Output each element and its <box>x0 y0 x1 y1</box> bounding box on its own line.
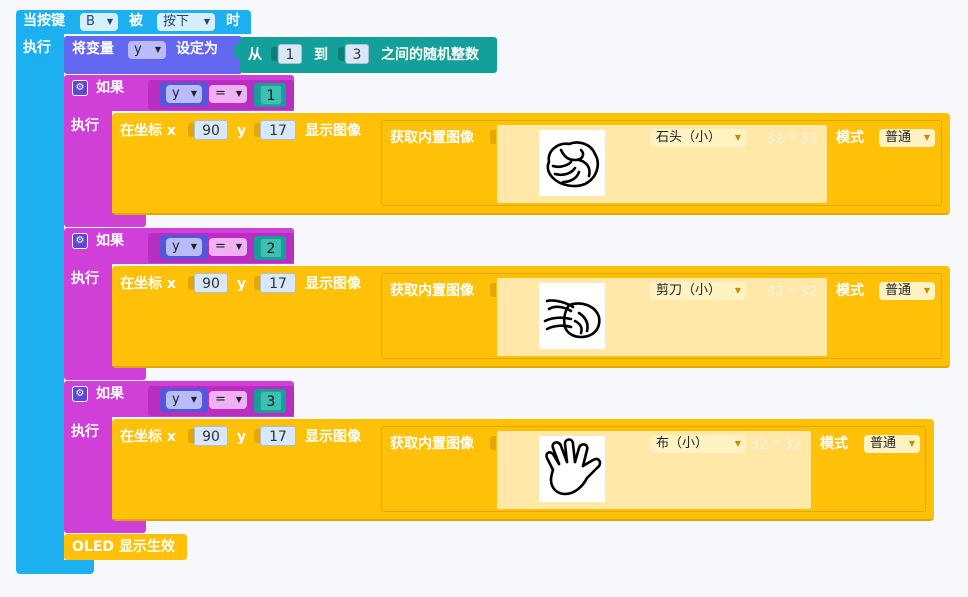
position-x-label: 在坐标 x <box>120 429 176 445</box>
open-hand-icon <box>539 436 605 502</box>
position-x-label: 在坐标 x <box>120 276 176 292</box>
get-builtin-image-label: 获取内置图像 <box>390 130 474 146</box>
oled-refresh-block[interactable]: OLED 显示生效 <box>64 534 187 560</box>
chevron-down-icon: ▼ <box>923 133 930 142</box>
y-input[interactable]: 17 <box>260 120 296 140</box>
variable-dropdown[interactable]: y ▼ <box>166 238 202 256</box>
image-name-dropdown[interactable]: 石头（小） ▼ <box>650 129 746 147</box>
chevron-down-icon: ▼ <box>734 133 741 142</box>
mode-label: 模式 <box>820 436 848 452</box>
event-exec-label: 执行 <box>23 40 51 56</box>
show-image-label: 显示图像 <box>305 429 361 445</box>
button-dropdown-value: B <box>86 14 95 29</box>
gear-icon[interactable]: ⚙ <box>72 386 88 402</box>
image-size-label: 32 * 32 <box>766 131 818 147</box>
show-image-label: 显示图像 <box>305 123 361 139</box>
chevron-down-icon: ▼ <box>190 242 197 251</box>
variable-dropdown[interactable]: y ▼ <box>166 391 202 409</box>
position-x-label: 在坐标 x <box>120 123 176 139</box>
x-input[interactable]: 90 <box>194 120 228 140</box>
x-input[interactable]: 90 <box>194 273 228 293</box>
operator-dropdown[interactable]: = ▼ <box>209 85 247 103</box>
random-from-input[interactable]: 1 <box>278 44 302 64</box>
gear-icon[interactable]: ⚙ <box>72 233 88 249</box>
y-input[interactable]: 17 <box>260 273 296 293</box>
get-builtin-image-label: 获取内置图像 <box>390 436 474 452</box>
operator-dropdown[interactable]: = ▼ <box>209 238 247 256</box>
chevron-down-icon: ▼ <box>190 89 197 98</box>
mode-label: 模式 <box>836 283 864 299</box>
random-to-input[interactable]: 3 <box>345 44 369 64</box>
set-to-label: 设定为 <box>176 41 218 57</box>
fist-icon <box>539 130 605 196</box>
image-name-value: 剪刀（小） <box>656 283 722 298</box>
chevron-down-icon: ▼ <box>235 242 242 251</box>
scissors-hand-icon <box>539 283 605 349</box>
operator-dropdown-value: = <box>215 239 226 254</box>
image-size-label: 32 * 32 <box>750 437 802 453</box>
event-suffix-label: 时 <box>226 13 240 29</box>
image-name-dropdown[interactable]: 布（小） ▼ <box>650 435 746 453</box>
mode-value: 普通 <box>885 283 912 298</box>
get-builtin-image-label: 获取内置图像 <box>390 283 474 299</box>
variable-dropdown-value: y <box>172 86 180 101</box>
if-exec-label: 执行 <box>71 118 99 134</box>
chevron-down-icon: ▼ <box>235 89 242 98</box>
random-to-label: 到 <box>314 47 328 63</box>
show-image-label: 显示图像 <box>305 276 361 292</box>
variable-dropdown-value: y <box>172 392 180 407</box>
event-mid-label: 被 <box>129 13 143 29</box>
event-prefix-label: 当按键 <box>23 13 65 29</box>
variable-dropdown[interactable]: y ▼ <box>166 85 202 103</box>
random-from-label: 从 <box>248 47 262 63</box>
if-label: 如果 <box>96 386 124 402</box>
mode-label: 模式 <box>836 130 864 146</box>
chevron-down-icon: ▼ <box>734 286 741 295</box>
position-y-label: y <box>237 276 247 292</box>
chevron-down-icon: ▼ <box>908 439 915 448</box>
chevron-down-icon: ▼ <box>154 45 161 54</box>
mode-value: 普通 <box>885 130 912 145</box>
operator-dropdown-value: = <box>215 392 226 407</box>
chevron-down-icon: ▼ <box>923 286 930 295</box>
chevron-down-icon: ▼ <box>734 439 741 448</box>
operator-dropdown-value: = <box>215 86 226 101</box>
chevron-down-icon: ▼ <box>190 395 197 404</box>
chevron-down-icon: ▼ <box>203 17 210 26</box>
image-name-dropdown[interactable]: 剪刀（小） ▼ <box>650 282 746 300</box>
chevron-down-icon: ▼ <box>235 395 242 404</box>
compare-value-input[interactable]: 1 <box>260 85 282 105</box>
compare-value-input[interactable]: 3 <box>260 391 282 411</box>
operator-dropdown[interactable]: = ▼ <box>209 391 247 409</box>
position-y-label: y <box>237 123 247 139</box>
image-name-value: 布（小） <box>656 436 709 451</box>
if-label: 如果 <box>96 80 124 96</box>
if-exec-label: 执行 <box>71 424 99 440</box>
mode-dropdown[interactable]: 普通 ▼ <box>864 435 920 453</box>
set-variable-prefix: 将变量 <box>72 41 114 57</box>
oled-refresh-label: OLED 显示生效 <box>72 539 175 555</box>
random-suffix-label: 之间的随机整数 <box>381 47 479 63</box>
variable-dropdown-value: y <box>134 42 142 57</box>
button-dropdown[interactable]: B ▼ <box>80 13 118 31</box>
image-size-label: 32 * 32 <box>766 284 818 300</box>
variable-dropdown[interactable]: y ▼ <box>128 41 166 59</box>
action-dropdown[interactable]: 按下 ▼ <box>157 13 215 31</box>
mode-value: 普通 <box>870 436 897 451</box>
action-dropdown-value: 按下 <box>163 14 190 29</box>
position-y-label: y <box>237 429 247 445</box>
image-name-value: 石头（小） <box>656 130 722 145</box>
compare-value-input[interactable]: 2 <box>260 238 282 258</box>
mode-dropdown[interactable]: 普通 ▼ <box>879 282 935 300</box>
gear-icon[interactable]: ⚙ <box>72 80 88 96</box>
chevron-down-icon: ▼ <box>106 17 113 26</box>
y-input[interactable]: 17 <box>260 426 296 446</box>
variable-dropdown-value: y <box>172 239 180 254</box>
if-label: 如果 <box>96 233 124 249</box>
x-input[interactable]: 90 <box>194 426 228 446</box>
if-exec-label: 执行 <box>71 271 99 287</box>
mode-dropdown[interactable]: 普通 ▼ <box>879 129 935 147</box>
